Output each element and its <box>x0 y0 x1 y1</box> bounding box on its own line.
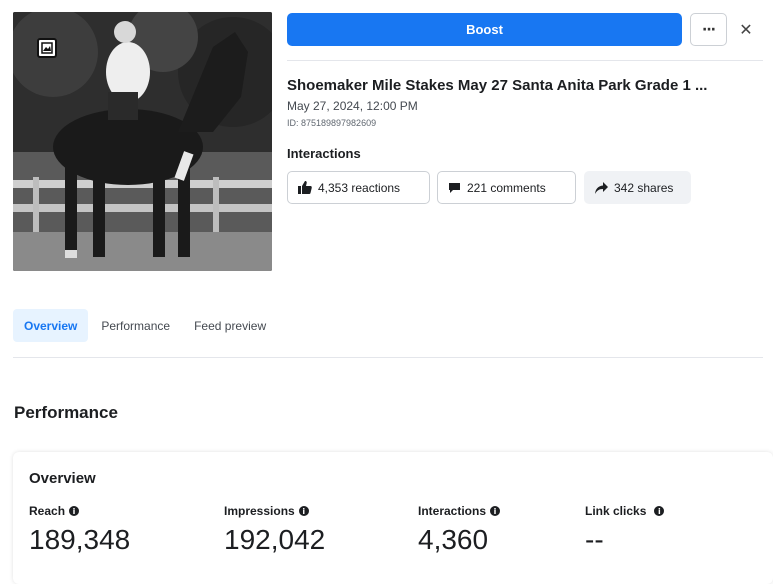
divider <box>287 60 763 61</box>
metric-link-clicks: Link clicks i -- <box>585 504 665 556</box>
info-icon[interactable]: i <box>490 506 501 516</box>
more-options-button[interactable]: ··· <box>690 13 727 46</box>
share-arrow-icon <box>595 181 608 194</box>
thumbs-up-icon <box>298 181 312 194</box>
metric-label: Link clicks <box>585 504 647 518</box>
performance-heading: Performance <box>14 403 118 422</box>
metric-value: 192,042 <box>224 524 326 555</box>
info-icon[interactable]: i <box>654 506 665 516</box>
metric-value: 4,360 <box>418 524 489 555</box>
overview-card: Overview Reach i 189,348 Impressions i 1… <box>13 452 773 584</box>
insights-tabs: Overview Performance Feed preview <box>13 309 279 342</box>
divider <box>13 357 763 358</box>
boost-button[interactable]: Boost <box>287 13 682 46</box>
close-icon[interactable]: ✕ <box>734 15 758 43</box>
post-insights-panel: Boost ··· ✕ Shoemaker Mile Stakes May 27… <box>0 0 773 584</box>
metric-label: Impressions <box>224 504 295 518</box>
post-id: ID: 875189897982609 <box>287 118 377 128</box>
metric-value: -- <box>585 524 604 555</box>
info-icon[interactable]: i <box>69 506 80 516</box>
interactions-heading: Interactions <box>287 146 361 161</box>
post-thumbnail[interactable] <box>13 12 272 271</box>
reactions-chip[interactable]: 4,353 reactions <box>287 171 430 204</box>
tab-performance[interactable]: Performance <box>90 309 181 342</box>
metric-label: Reach <box>29 504 66 518</box>
comment-icon <box>448 182 461 194</box>
metric-value: 189,348 <box>29 524 131 555</box>
overview-heading: Overview <box>29 470 96 487</box>
comments-chip[interactable]: 221 comments <box>437 171 576 204</box>
metric-interactions: Interactions i 4,360 <box>418 504 501 556</box>
post-date: May 27, 2024, 12:00 PM <box>287 99 418 113</box>
reactions-count: 4,353 reactions <box>318 180 401 195</box>
shares-chip[interactable]: 342 shares <box>584 171 691 204</box>
metric-label: Interactions <box>418 504 487 518</box>
post-title: Shoemaker Mile Stakes May 27 Santa Anita… <box>287 77 708 94</box>
tab-overview[interactable]: Overview <box>13 309 89 342</box>
photo-badge-icon <box>37 38 57 58</box>
tab-feed-preview[interactable]: Feed preview <box>183 309 277 342</box>
metric-reach: Reach i 189,348 <box>29 504 130 556</box>
metric-impressions: Impressions i 192,042 <box>224 504 325 556</box>
info-icon[interactable]: i <box>298 506 309 516</box>
shares-count: 342 shares <box>614 180 674 195</box>
comments-count: 221 comments <box>467 180 546 195</box>
